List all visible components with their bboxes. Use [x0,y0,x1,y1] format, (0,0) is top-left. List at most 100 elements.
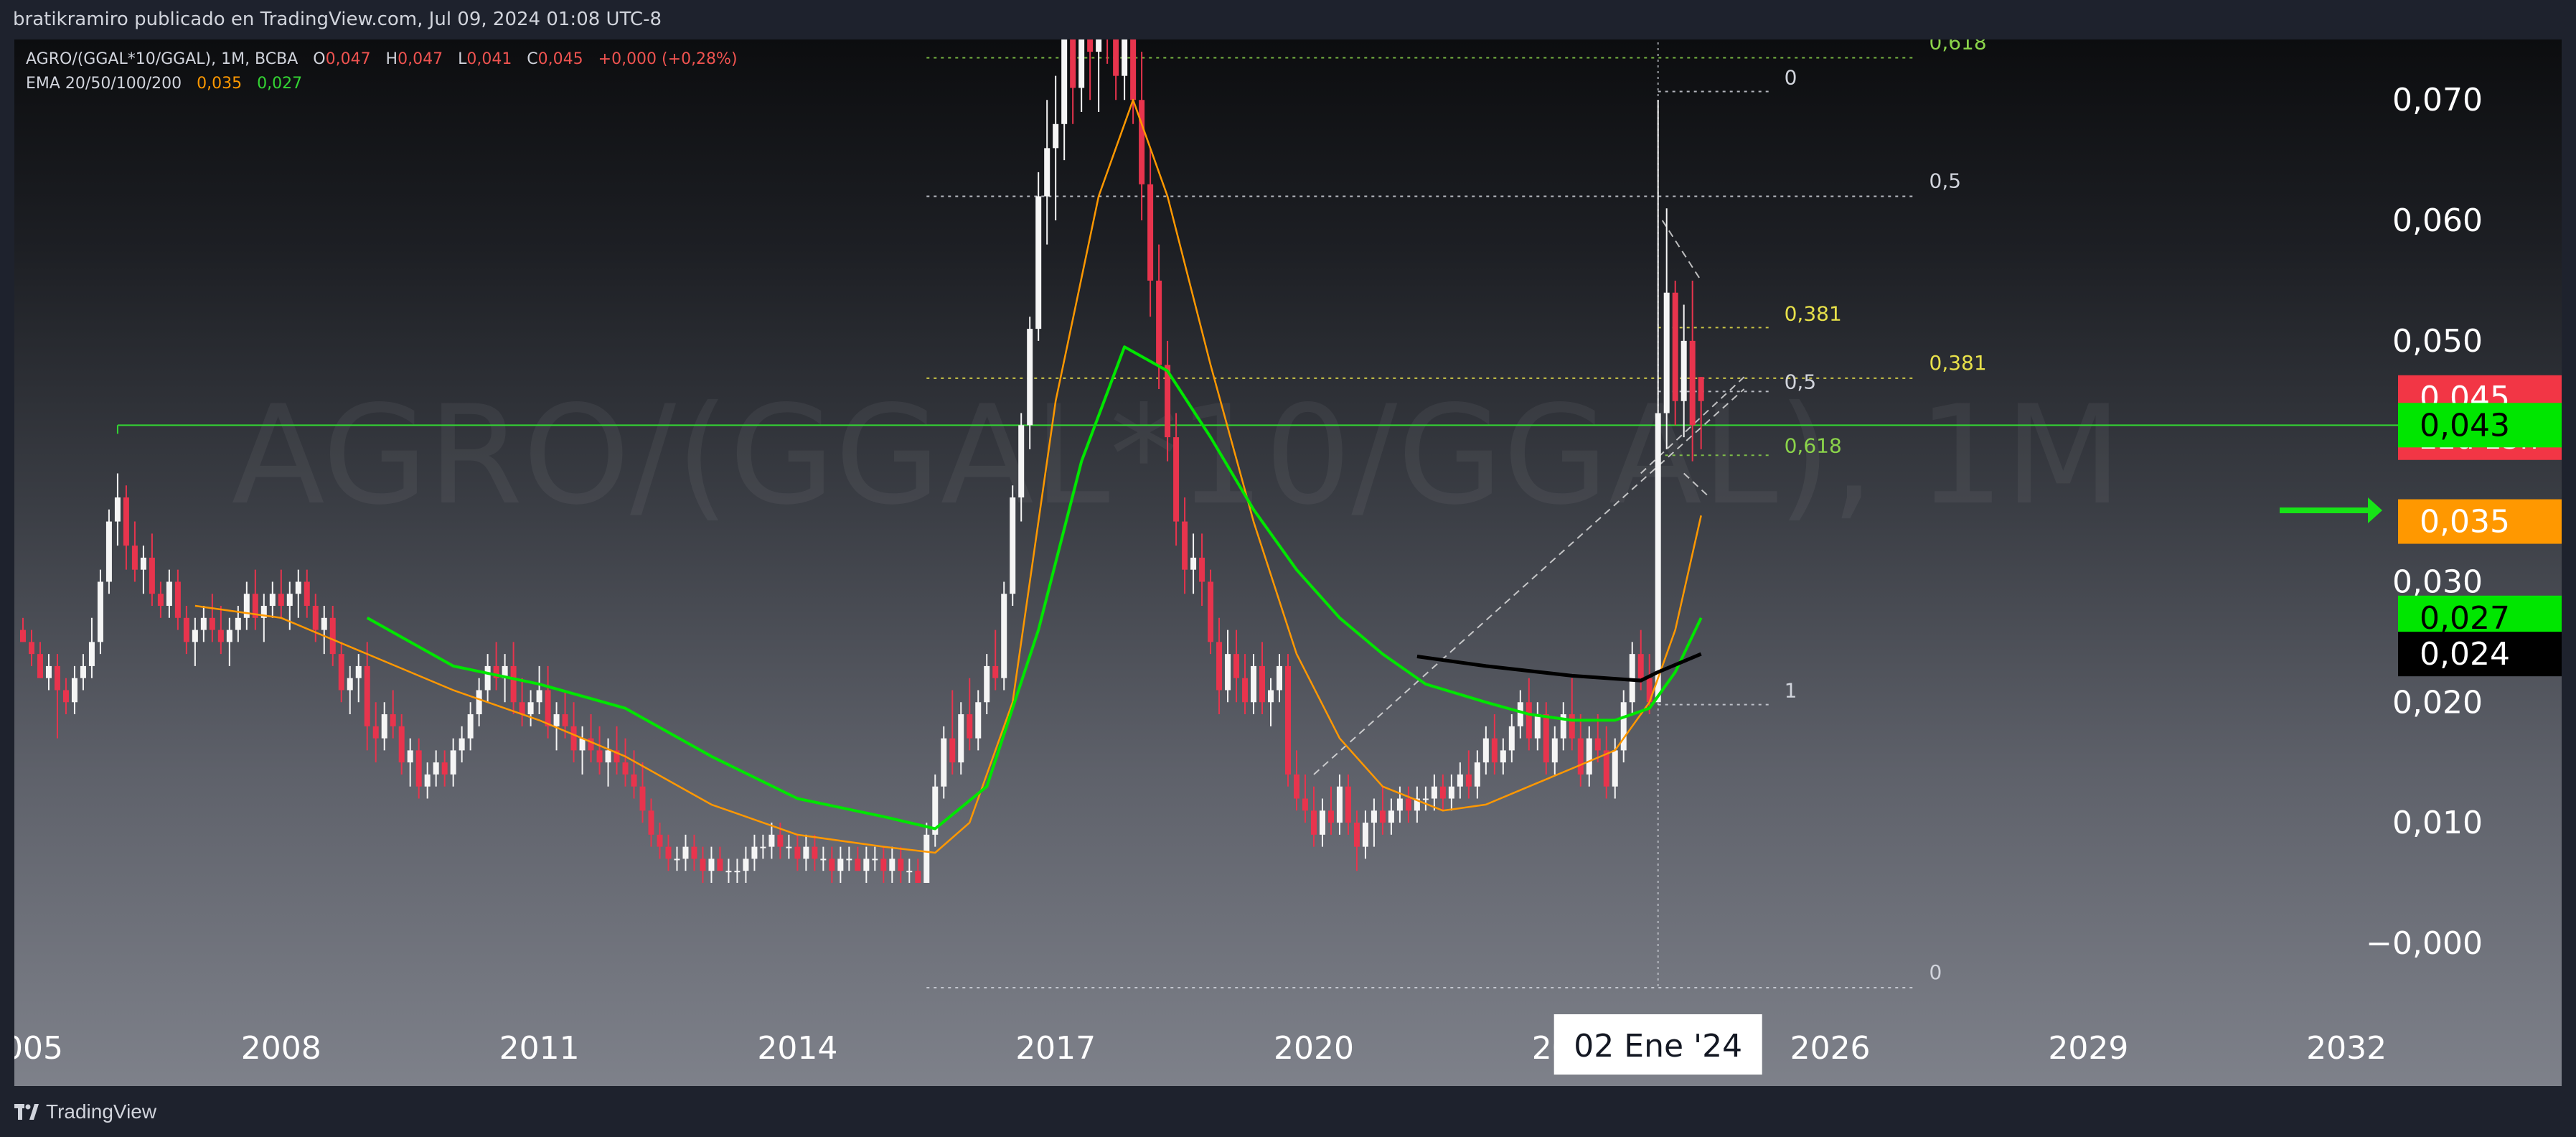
x-axis-tick-label: 2029 [2048,1030,2128,1067]
candle-body [717,858,723,871]
candle-body [829,858,835,871]
candle-body [1053,123,1059,149]
candle-body [1285,665,1291,775]
candle-body [1268,690,1274,703]
candle-body [372,726,379,739]
fib-large-level-label: 0,5 [1929,169,1962,192]
candle-body [1594,738,1601,751]
x-axis-tick-label: 2008 [241,1030,321,1067]
candle-body [1474,762,1480,787]
candle-body [1663,292,1670,413]
fib-small-level-label: 0,381 [1785,301,1842,325]
candle-body [1362,823,1368,847]
candle-body [880,858,887,871]
legend-l-label: L [458,50,467,68]
chart-panel[interactable]: AGRO/(GGAL*10/GGAL), 1M 0,618 0,5 0,381 0 0 0,… [14,39,2562,1086]
candle-body [476,690,482,715]
candle-body [639,786,646,811]
candle-body [131,546,138,570]
candle-body [200,617,207,630]
candle-body [1543,714,1549,763]
candle-body [1251,665,1257,703]
candle-body [1680,340,1687,401]
candle-body [441,762,448,775]
candle-body [674,858,680,861]
candle-body [734,871,741,873]
candle-body [1526,702,1532,739]
candle-body [183,617,189,642]
candle-body [1061,39,1068,124]
candle-body [1096,39,1102,52]
candle-body [889,858,896,871]
candle-body [1319,810,1325,835]
y-axis-tick-label: −0,000 [2366,925,2483,962]
y-axis-tick-label: 0,050 [2392,323,2483,360]
candle-body [665,846,672,859]
legend-change: +0,000 (+0,28%) [598,50,738,68]
fib-small-level-label: 0,5 [1785,370,1817,393]
candle-body [1620,702,1627,751]
candle-body [923,834,930,883]
candle-body [114,497,121,522]
candle-body [553,714,560,726]
candle-body [1001,594,1007,678]
x-axis-tick-label: 2005 [14,1030,63,1067]
candle-body [1233,654,1240,678]
candle-body [1672,292,1678,401]
candle-body [97,581,103,642]
candle-body [1087,39,1094,52]
candle-body [62,690,69,703]
candle-body [1637,654,1644,678]
tradingview-brand[interactable]: TradingView [46,1100,156,1123]
fib-small-level-label: 0,618 [1785,434,1842,457]
candle-body [812,846,818,859]
candle-body [562,714,568,726]
fib-large-level-label: 0 [1929,960,1942,984]
candle-body [1405,798,1411,811]
candle-body [1379,810,1386,823]
candle-body [1569,714,1575,739]
candle-body [941,738,947,787]
footer-bar: TradingView [0,1086,2576,1137]
candle-body [123,497,129,546]
candle-body [467,714,474,739]
candle-body [28,642,34,655]
y-axis-tick-label: 0,070 [2392,82,2483,118]
candle-body [226,630,232,642]
candle-body [1371,810,1377,823]
legend-o-label: O [313,50,326,68]
price-label-value: 0,035 [2420,504,2510,541]
candle-body [510,665,517,703]
candle-body [1422,798,1429,800]
candle-body [1147,184,1154,281]
candle-body [949,738,956,763]
candle-body [1277,665,1283,691]
candle-body [1586,738,1592,775]
candle-body [312,606,319,630]
chart-svg[interactable]: AGRO/(GGAL*10/GGAL), 1M0,6180,50,381000,… [14,39,2562,1086]
candle-body [433,762,439,775]
legend-ema1-value: 0,035 [197,75,243,93]
candle-body [1698,377,1704,401]
candle-body [166,581,172,607]
candle-body [1139,100,1145,184]
x-axis-tick-label: 2032 [2306,1030,2387,1067]
candle-body [286,594,293,607]
candle-body [364,665,370,726]
price-label-value: 0,027 [2420,600,2510,637]
candle-body [459,738,465,751]
candle-body [217,630,224,642]
candle-body [269,594,276,607]
tradingview-logo-icon[interactable] [14,1104,39,1120]
candle-body [992,665,999,678]
y-axis-tick-label: 0,060 [2392,202,2483,239]
candle-body [1018,425,1025,497]
candle-body [1242,678,1249,703]
candle-body [1689,340,1696,426]
candle-body [915,871,921,883]
candle-body [1439,786,1446,799]
candle-body [975,702,982,739]
candle-body [1216,642,1223,691]
candle-body [1612,750,1618,787]
candle-body [381,714,387,739]
